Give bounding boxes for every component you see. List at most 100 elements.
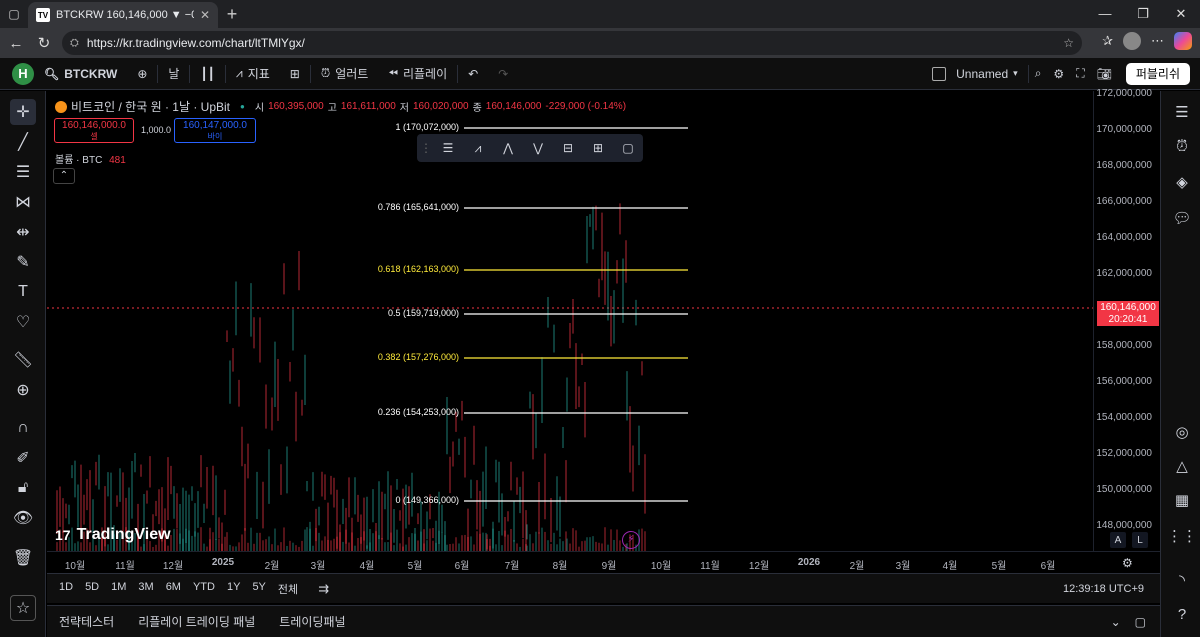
axis-settings-icon[interactable]: ⚙	[1122, 556, 1133, 570]
layout-menu-button[interactable]: Unnamed ▾	[946, 58, 1028, 90]
period-button-6m[interactable]: 6M	[160, 581, 187, 597]
rectangle-icon[interactable]: ▢	[615, 137, 641, 159]
apps-grid-icon[interactable]: ⋮⋮	[1167, 525, 1197, 547]
publish-button[interactable]: 퍼블리쉬	[1125, 62, 1190, 85]
back-icon[interactable]: ←	[2, 35, 30, 52]
copilot-icon[interactable]	[1174, 32, 1192, 50]
watchlist-icon[interactable]: ☰	[1171, 101, 1193, 123]
price-tick-label: 156,000,000	[1096, 376, 1152, 387]
pencil-lock-icon[interactable]: ✐	[10, 445, 36, 471]
minimize-icon[interactable]: —	[1086, 6, 1124, 22]
sell-button[interactable]: 160,146,000.0 셀	[54, 118, 134, 143]
redo-button[interactable]: ↷	[488, 58, 518, 90]
fullscreen-button[interactable]: ⛶	[1070, 58, 1090, 90]
indicators-button[interactable]: ⩘ 지표	[226, 58, 280, 90]
fibonacci-retracement[interactable]	[464, 127, 688, 502]
browser-tab[interactable]: TV BTCKRW 160,146,000 ▼ −0.14% l ✕	[28, 2, 218, 28]
period-button-전체[interactable]: 전체	[272, 581, 304, 597]
auto-scale-button[interactable]: A	[1110, 532, 1126, 548]
trend-line-icon[interactable]: ╱	[10, 129, 36, 155]
bookmark-star-icon[interactable]: ☆	[1063, 36, 1074, 50]
compare-button[interactable]: ⊕	[127, 58, 157, 90]
clock[interactable]: 12:39:18 UTC+9	[1063, 583, 1144, 595]
trash-icon[interactable]: 🗑︎	[10, 545, 36, 571]
brush-icon[interactable]: ✎	[10, 249, 36, 275]
undo-button[interactable]: ↶	[458, 58, 488, 90]
short-position-icon[interactable]: ⊞	[585, 137, 611, 159]
goto-date-icon[interactable]: ⇉	[318, 581, 329, 597]
calendar-icon[interactable]: ▦	[1171, 489, 1193, 511]
close-window-icon[interactable]: ✕	[1162, 6, 1200, 22]
ideas-icon[interactable]: △	[1171, 455, 1193, 477]
close-icon[interactable]: ✕	[200, 8, 210, 22]
period-button-5y[interactable]: 5Y	[246, 581, 271, 597]
period-button-ytd[interactable]: YTD	[187, 581, 221, 597]
period-button-1y[interactable]: 1Y	[221, 581, 246, 597]
xabcd-pattern-icon[interactable]: ⩘	[465, 137, 491, 159]
symbol-search-button[interactable]: 🔍︎ BTCKRW	[34, 58, 127, 90]
abcd-pattern-icon[interactable]: ⋁	[525, 137, 551, 159]
tab-trading-panel[interactable]: 트레이딩패널	[267, 613, 357, 630]
rss-icon[interactable]: ◝	[1171, 569, 1193, 591]
magnet-icon[interactable]: ∩	[10, 415, 36, 441]
abc-pattern-icon[interactable]: ⋀	[495, 137, 521, 159]
chat-icon[interactable]: 💬︎	[1171, 207, 1193, 229]
tab-replay-trading-panel[interactable]: 리플레이 트레이딩 패널	[126, 613, 267, 630]
alerts-clock-icon[interactable]: ⏰︎	[1171, 135, 1193, 157]
gear-icon: ⚙	[1053, 66, 1065, 81]
address-bar: ← ↻ ⛭ https://kr.tradingview.com/chart/l…	[0, 28, 1200, 58]
drag-handle-icon[interactable]: ⋮	[420, 137, 432, 159]
interval-button[interactable]: 날	[158, 58, 189, 90]
target-icon[interactable]: ◎	[1171, 421, 1193, 443]
tab-strategy-tester[interactable]: 전략테스터	[47, 613, 126, 630]
user-avatar[interactable]: H	[12, 62, 34, 85]
period-button-5d[interactable]: 5D	[79, 581, 105, 597]
fib-tool-icon[interactable]: ☰	[10, 159, 36, 185]
snapshot-button[interactable]: 📷︎	[1091, 58, 1118, 90]
window-menu-icon[interactable]: ▢	[0, 0, 28, 28]
heart-icon[interactable]: ♡	[10, 309, 36, 335]
fib-retracement-tool-icon[interactable]: ☰	[435, 137, 461, 159]
quick-search-button[interactable]: ⌕	[1029, 58, 1048, 90]
layers-icon[interactable]: ◈	[1171, 171, 1193, 193]
chart-type-button[interactable]: ┃┃	[190, 58, 224, 90]
alert-button[interactable]: ⏰︎ 얼러트	[311, 58, 379, 90]
chart-pane[interactable]: 비트코인 / 한국 원 · 1날 · UpBit ● 시 160,395,000…	[47, 91, 1093, 551]
crosshair-icon[interactable]: ✛	[10, 99, 36, 125]
settings-button[interactable]: ⚙	[1047, 58, 1070, 90]
templates-button[interactable]: ⊞	[280, 58, 310, 90]
site-info-icon[interactable]: ⛭	[70, 37, 79, 50]
lock-icon[interactable]: 🔓︎	[10, 475, 36, 501]
url-input[interactable]: ⛭ https://kr.tradingview.com/chart/ltTMl…	[62, 31, 1082, 55]
profile-avatar[interactable]	[1123, 32, 1141, 50]
ruler-icon[interactable]: 📏︎	[10, 347, 36, 373]
layout-checkbox[interactable]	[932, 66, 947, 81]
price-axis[interactable]: 148,000,000 150,000,000 152,000,000 154,000…	[1093, 88, 1160, 551]
maximize-icon[interactable]: ❐	[1124, 6, 1162, 22]
time-tick-label: 3월	[895, 561, 911, 572]
period-button-1m[interactable]: 1M	[105, 581, 132, 597]
period-button-1d[interactable]: 1D	[53, 581, 79, 597]
favorites-star-icon[interactable]: ☆	[10, 595, 36, 621]
new-tab-button[interactable]: +	[218, 4, 246, 25]
more-menu-icon[interactable]: ⋯	[1151, 33, 1164, 49]
time-axis[interactable]: ⚙ 10월 11월 12월 2025 2월 3월 4월 5월 6월 7월 8월 9월 10월 11월 12월…	[47, 551, 1160, 573]
zoom-in-icon[interactable]: ⊕	[10, 377, 36, 403]
log-scale-button[interactable]: L	[1132, 532, 1148, 548]
prediction-tool-icon[interactable]: ⇹	[10, 219, 36, 245]
buy-button[interactable]: 160,147,000.0 바이	[174, 118, 256, 143]
eye-icon[interactable]: 👁︎	[10, 505, 36, 531]
replay-marker-icon[interactable]: ⚡︎	[622, 531, 640, 549]
favorites-icon[interactable]: ✰	[1102, 33, 1113, 49]
time-tick-label: 4월	[359, 561, 375, 572]
maximize-panel-icon[interactable]: ▢	[1135, 615, 1146, 629]
collapse-legend-button[interactable]: ⌃	[53, 168, 75, 184]
reload-icon[interactable]: ↻	[30, 34, 58, 52]
help-icon[interactable]: ?	[1171, 603, 1193, 625]
replay-button[interactable]: ⏪︎ 리플레이	[378, 58, 457, 90]
pattern-tool-icon[interactable]: ⋈	[10, 189, 36, 215]
text-tool-icon[interactable]: T	[10, 279, 36, 305]
collapse-panel-icon[interactable]: ⌄	[1111, 615, 1121, 629]
long-position-icon[interactable]: ⊟	[555, 137, 581, 159]
period-button-3m[interactable]: 3M	[132, 581, 159, 597]
